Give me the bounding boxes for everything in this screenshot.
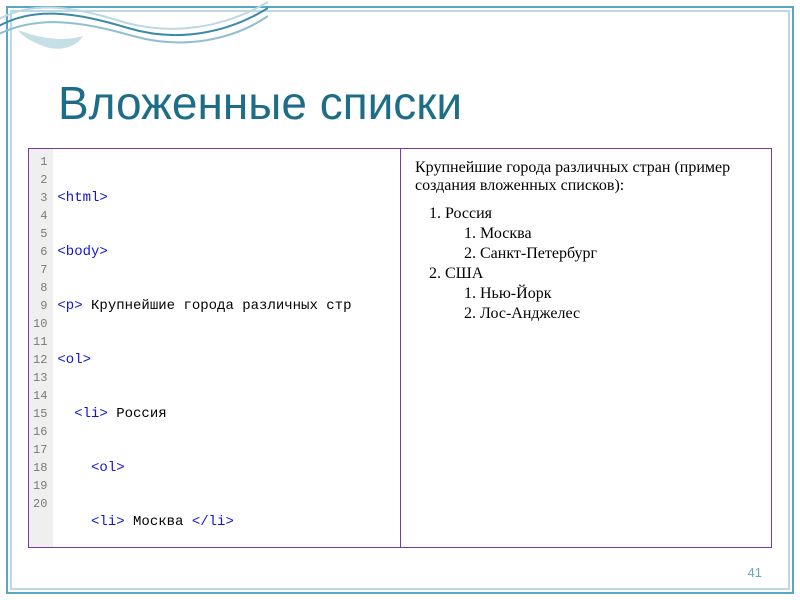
slide-frame: Вложенные списки 1 2 3 4 5 6 7 8 9 10 11… xyxy=(6,6,794,594)
line-number: 3 xyxy=(33,189,47,207)
list-item: США Нью-Йорк Лос-Анджелес xyxy=(445,265,757,323)
code-line: <ol> xyxy=(57,459,351,477)
slide-title: Вложенные списки xyxy=(58,76,462,130)
line-number: 6 xyxy=(33,243,47,261)
list-item: Москва xyxy=(480,225,757,243)
code-line: <html> xyxy=(57,189,351,207)
line-number: 19 xyxy=(33,477,47,495)
list-item: Санкт-Петербург xyxy=(480,245,757,263)
line-number: 1 xyxy=(33,153,47,171)
list-item: Нью-Йорк xyxy=(480,285,757,303)
code-line: <body> xyxy=(57,243,351,261)
line-gutter: 1 2 3 4 5 6 7 8 9 10 11 12 13 14 15 16 1… xyxy=(29,149,53,547)
page-number: 41 xyxy=(748,565,762,580)
line-number: 15 xyxy=(33,405,47,423)
line-number: 4 xyxy=(33,207,47,225)
outer-list: Россия Москва Санкт-Петербург США Нью-Йо… xyxy=(415,205,757,323)
line-number: 14 xyxy=(33,387,47,405)
line-number: 12 xyxy=(33,351,47,369)
code-line: <ol> xyxy=(57,351,351,369)
line-number: 7 xyxy=(33,261,47,279)
line-number: 20 xyxy=(33,495,47,513)
line-number: 5 xyxy=(33,225,47,243)
line-number: 16 xyxy=(33,423,47,441)
content-panel: 1 2 3 4 5 6 7 8 9 10 11 12 13 14 15 16 1… xyxy=(28,148,772,548)
line-number: 17 xyxy=(33,441,47,459)
line-number: 2 xyxy=(33,171,47,189)
line-number: 11 xyxy=(33,333,47,351)
code-body: <html> <body> <p> Крупнейшие города разл… xyxy=(53,149,355,547)
inner-list: Нью-Йорк Лос-Анджелес xyxy=(445,285,757,323)
render-intro: Крупнейшие города различных стран (приме… xyxy=(415,159,757,195)
line-number: 10 xyxy=(33,315,47,333)
line-number: 13 xyxy=(33,369,47,387)
list-item: Россия Москва Санкт-Петербург xyxy=(445,205,757,263)
line-number: 9 xyxy=(33,297,47,315)
corner-ornament xyxy=(0,0,268,78)
country-label: Россия xyxy=(445,205,492,222)
inner-list: Москва Санкт-Петербург xyxy=(445,225,757,263)
list-item: Лос-Анджелес xyxy=(480,305,757,323)
line-number: 18 xyxy=(33,459,47,477)
country-label: США xyxy=(445,265,483,282)
code-line: <li> Москва </li> xyxy=(57,513,351,531)
line-number: 8 xyxy=(33,279,47,297)
code-line: <p> Крупнейшие города различных стр xyxy=(57,297,351,315)
code-line: <li> Россия xyxy=(57,405,351,423)
render-column: Крупнейшие города различных стран (приме… xyxy=(400,149,771,547)
code-column: 1 2 3 4 5 6 7 8 9 10 11 12 13 14 15 16 1… xyxy=(29,149,400,547)
